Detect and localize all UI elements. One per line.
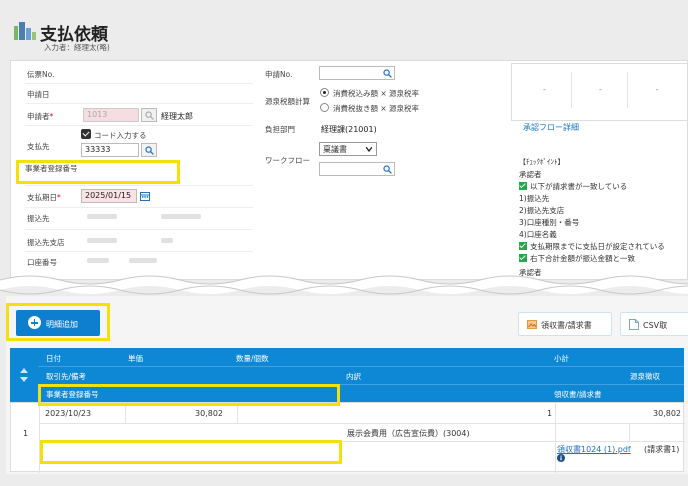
search-icon xyxy=(145,111,154,120)
csv-button[interactable]: CSV取 xyxy=(620,312,688,336)
shinsei-date-label: 申請日 xyxy=(27,90,50,99)
row-breakdown: 展示会費用（広告宣伝費）(3004) xyxy=(347,429,470,438)
divider xyxy=(25,207,253,208)
due-date-input[interactable]: 2025/01/15 xyxy=(81,189,137,203)
code-input-checkbox[interactable] xyxy=(81,129,91,139)
highlight-box xyxy=(38,384,340,406)
sort-icon[interactable] xyxy=(20,368,28,382)
checkpoint-item: 4)口座名義 xyxy=(519,230,557,239)
department-label: 負担部門 xyxy=(265,125,295,134)
divider xyxy=(25,229,253,230)
request-no-label: 申請No. xyxy=(265,70,293,79)
col-receipt: 領収書/請求書 xyxy=(554,390,602,399)
due-date-label: 支払期日* xyxy=(27,193,61,202)
radio-tax-included[interactable] xyxy=(320,88,329,97)
divider xyxy=(25,83,253,84)
row-subtotal: 30,802 xyxy=(653,409,681,418)
row-date: 2023/10/23 xyxy=(45,409,92,418)
divider xyxy=(25,125,253,126)
withholding-calc-label: 源泉税額計算 xyxy=(265,97,310,106)
branch-label: 振込先支店 xyxy=(27,238,65,247)
code-input-label: コード入力する xyxy=(94,131,147,140)
csv-button-label: CSV取 xyxy=(643,321,668,330)
redacted-text xyxy=(87,214,117,219)
redacted-text xyxy=(87,258,109,263)
payee-code-input[interactable]: 33333 xyxy=(81,143,139,157)
checkpoint-item: 右下合計金額が振込金額と一致 xyxy=(519,253,635,264)
redacted-text xyxy=(129,258,157,263)
col-qty: 数量/個数 xyxy=(236,354,269,363)
col-withholding: 源泉徴収 xyxy=(630,372,660,381)
applicant-name: 経理太郎 xyxy=(161,112,193,121)
receipt-button[interactable]: 領収書/請求書 xyxy=(518,312,612,336)
divider xyxy=(25,103,253,104)
radio-tax-excluded[interactable] xyxy=(320,103,329,112)
checkpoint-item: 3)口座種別・番号 xyxy=(519,218,580,227)
redacted-text xyxy=(161,238,173,243)
divider xyxy=(38,366,684,367)
approval-cell: - xyxy=(574,72,628,108)
approval-flow-link[interactable]: 承認フロー詳細 xyxy=(523,122,579,133)
payee-search-button[interactable] xyxy=(141,143,157,157)
row-qty: 1 xyxy=(547,409,553,418)
check-icon xyxy=(519,242,527,250)
page-header: 支払依頼 入力者：経理太(略) xyxy=(0,0,688,60)
denpyo-no-label: 伝票No. xyxy=(27,70,55,79)
chevron-down-icon xyxy=(366,147,372,152)
highlight-box xyxy=(6,303,110,341)
redacted-text xyxy=(161,214,201,219)
document-icon xyxy=(629,319,639,330)
approval-cell: - xyxy=(655,85,659,94)
divider xyxy=(555,403,556,473)
approval-stamp-area: - - - xyxy=(511,63,687,121)
col-breakdown: 内訳 xyxy=(346,372,361,381)
col-date: 日付 xyxy=(46,354,61,363)
divider xyxy=(25,251,253,252)
workflow-select[interactable]: 稟議書 xyxy=(319,142,377,156)
bank-label: 振込先 xyxy=(27,214,50,223)
highlight-box xyxy=(16,160,180,184)
calendar-icon[interactable] xyxy=(140,191,150,201)
page-subtitle: 入力者：経理太(略) xyxy=(44,43,110,52)
applicant-search-button[interactable] xyxy=(141,108,157,122)
checkpoint-item: 2)振込先支店 xyxy=(519,206,565,215)
department-value: 経理課(21001) xyxy=(321,125,377,134)
checkpoint-item: 以下が請求書が一致している xyxy=(519,181,627,192)
check-icon xyxy=(519,254,527,262)
checkpoint-item: 1)振込先 xyxy=(519,194,550,203)
image-file-icon xyxy=(527,320,537,329)
receipt-file-link[interactable]: 領収書1024 (1).pdf xyxy=(557,444,631,455)
divider xyxy=(629,423,630,441)
checkpoint-title: 【ﾁｪｯｸﾎﾟｲﾝﾄ】 xyxy=(519,158,565,166)
applicant-label: 申請者* xyxy=(27,112,54,121)
search-icon xyxy=(145,146,154,155)
checkpoint-approver: 承認者 xyxy=(519,170,542,179)
divider xyxy=(125,403,126,423)
payee-label: 支払先 xyxy=(27,142,50,151)
info-icon[interactable] xyxy=(557,454,565,462)
search-icon[interactable] xyxy=(383,165,392,174)
highlight-box xyxy=(40,440,342,464)
check-icon xyxy=(519,182,527,190)
approval-cell: - xyxy=(518,72,572,108)
radio-tax-excluded-label: 消費税抜き額 × 源泉税率 xyxy=(333,104,420,113)
workflow-label: ワークフロー xyxy=(265,156,310,165)
account-number-label: 口座番号 xyxy=(27,258,57,267)
divider xyxy=(39,423,685,424)
divider xyxy=(25,185,253,186)
checkpoint-item: 支払期限までに支払日が設定されている xyxy=(519,241,665,252)
row-unit-price: 30,802 xyxy=(195,409,223,418)
receipt-button-label: 領収書/請求書 xyxy=(541,321,592,330)
applicant-code-input[interactable]: 1013 xyxy=(83,108,139,122)
col-subtotal: 小計 xyxy=(554,354,569,363)
radio-tax-included-label: 消費税込み額 × 源泉税率 xyxy=(333,89,420,98)
col-partner: 取引先/備考 xyxy=(46,372,87,381)
divider xyxy=(237,403,238,423)
building-icon xyxy=(14,22,36,40)
search-icon[interactable] xyxy=(383,69,392,78)
redacted-text xyxy=(87,238,117,243)
receipt-file-note: (請求書1) xyxy=(644,445,680,454)
col-unit-price: 単価 xyxy=(128,354,143,363)
row-index: 1 xyxy=(23,429,29,438)
